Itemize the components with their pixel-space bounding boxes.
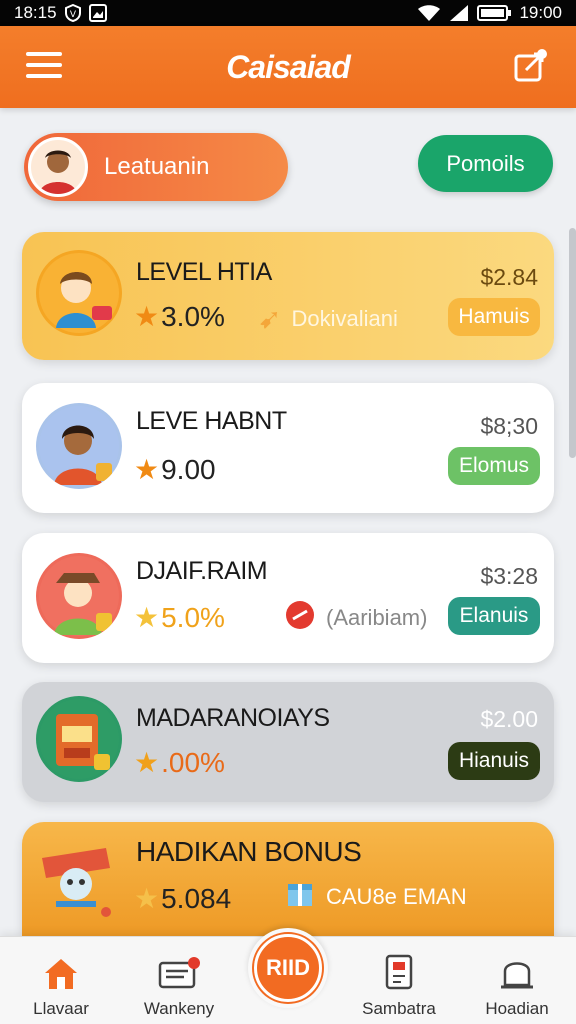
character-avatar-icon (36, 250, 122, 336)
card-action-button[interactable]: Hianuis (448, 742, 540, 780)
card-rating-value: 5.0% (161, 601, 225, 633)
card-rating-value: 5.084 (161, 882, 232, 914)
card-rating: ★ 9.00 (134, 453, 216, 486)
nav-item-home[interactable]: Llavaar (6, 951, 116, 1019)
status-time-right: 19:00 (519, 3, 562, 22)
character-avatar-icon (36, 403, 122, 489)
list-item-card-4[interactable]: MADARANOIAYS ★ .00% $2.00 Hianuis (22, 682, 554, 802)
status-time-left: 18:15 (14, 3, 57, 22)
card-subtitle-label: CAU8e EMAN (326, 884, 467, 909)
card-action-button[interactable]: Elanuis (448, 597, 540, 635)
list-item-card-3[interactable]: DJAIF.RAIM ★ 5.0% (Aaribiam) $3:28 Elanu… (22, 533, 554, 663)
svg-text:V: V (69, 10, 76, 20)
app-title: Caisaiad (226, 48, 351, 85)
scrollbar[interactable] (569, 228, 576, 458)
nav-item-hoadian[interactable]: Hoadian (462, 951, 572, 1019)
gift-box-icon (284, 878, 316, 916)
card-title: LEVEL HTIA (136, 258, 272, 286)
card-action-button[interactable]: Hamuis (448, 298, 540, 336)
ticket-icon (124, 951, 234, 995)
nav-label-hoadian: Hoadian (485, 999, 549, 1018)
card-price: $3:28 (480, 563, 538, 589)
rocket-icon: ➹ (258, 303, 282, 334)
wifi-icon (417, 4, 441, 22)
card-rating: ★ 5.0% (134, 601, 225, 634)
nav-label-home: Llavaar (33, 999, 89, 1018)
card-rating-value: .00% (161, 746, 225, 778)
promotions-button[interactable]: Pomoils (418, 135, 553, 192)
nav-label-sambira: Sambatra (362, 999, 436, 1018)
card-title: MADARANOIAYS (136, 704, 330, 732)
card-title: HADIKAN BONUS (136, 836, 362, 867)
nav-item-wallet[interactable]: Wankeny (124, 951, 234, 1019)
hamburger-menu-icon[interactable] (26, 52, 62, 82)
list-item-card-2[interactable]: LEVE HABNT ★ 9.00 $8;30 Elomus (22, 383, 554, 513)
star-icon: ★ (134, 602, 160, 633)
star-icon: ★ (134, 883, 160, 914)
home-icon (6, 951, 116, 995)
avatar (28, 137, 88, 197)
slot-machine-icon (36, 696, 122, 782)
card-subtitle-label: (Aaribiam) (326, 605, 428, 630)
app-header: Caisaiad (0, 26, 576, 108)
card-subtitle-label: Dokivaliani (291, 305, 398, 331)
star-icon: ★ (134, 301, 160, 332)
card-subtitle: ➹ Dokivaliani (258, 302, 398, 335)
card-price: $8;30 (480, 413, 538, 439)
nav-item-sambira[interactable]: Sambatra (344, 951, 454, 1019)
photo-notification-icon (88, 4, 107, 22)
star-icon: ★ (134, 454, 160, 485)
status-right: 19:00 (417, 3, 562, 23)
card-action-button[interactable]: Elomus (448, 447, 540, 485)
card-rating: ★ 5.084 (134, 882, 231, 915)
chat-bubble-icon (462, 951, 572, 995)
card-price: $2.84 (480, 264, 538, 290)
signal-icon (449, 4, 469, 22)
user-profile-pill[interactable]: Leatuanin (24, 133, 288, 201)
card-subtitle: CAU8e EMAN (284, 878, 467, 916)
list-item-card-1[interactable]: LEVEL HTIA ★ 3.0% ➹ Dokivaliani $2.84 Ha… (22, 232, 554, 360)
star-icon: ★ (134, 747, 160, 778)
card-rating-value: 9.00 (161, 453, 216, 485)
center-action-button[interactable]: RIID (248, 928, 328, 1008)
status-left: 18:15 V (14, 3, 107, 23)
flag-document-icon (344, 951, 454, 995)
card-rating-value: 3.0% (161, 300, 225, 332)
card-title: LEVE HABNT (136, 407, 287, 435)
badge-icon (284, 599, 316, 637)
card-title: DJAIF.RAIM (136, 557, 268, 585)
user-name: Leatuanin (104, 153, 210, 180)
share-icon[interactable] (512, 46, 552, 86)
character-avatar-icon (36, 553, 122, 639)
card-price: $2.00 (480, 706, 538, 732)
card-rating: ★ .00% (134, 746, 225, 779)
status-bar: 18:15 V 19:00 (0, 0, 576, 26)
card-rating: ★ 3.0% (134, 300, 225, 333)
battery-icon (477, 5, 512, 21)
card-subtitle: (Aaribiam) (284, 599, 427, 637)
nav-label-wallet: Wankeny (143, 999, 215, 1018)
list-item-card-5[interactable]: HADIKAN BONUS ★ 5.084 CAU8e EMAN (22, 822, 554, 936)
center-action-label: RIID (254, 934, 322, 1002)
bonus-character-icon (36, 832, 122, 918)
shield-notification-icon: V (64, 4, 81, 22)
